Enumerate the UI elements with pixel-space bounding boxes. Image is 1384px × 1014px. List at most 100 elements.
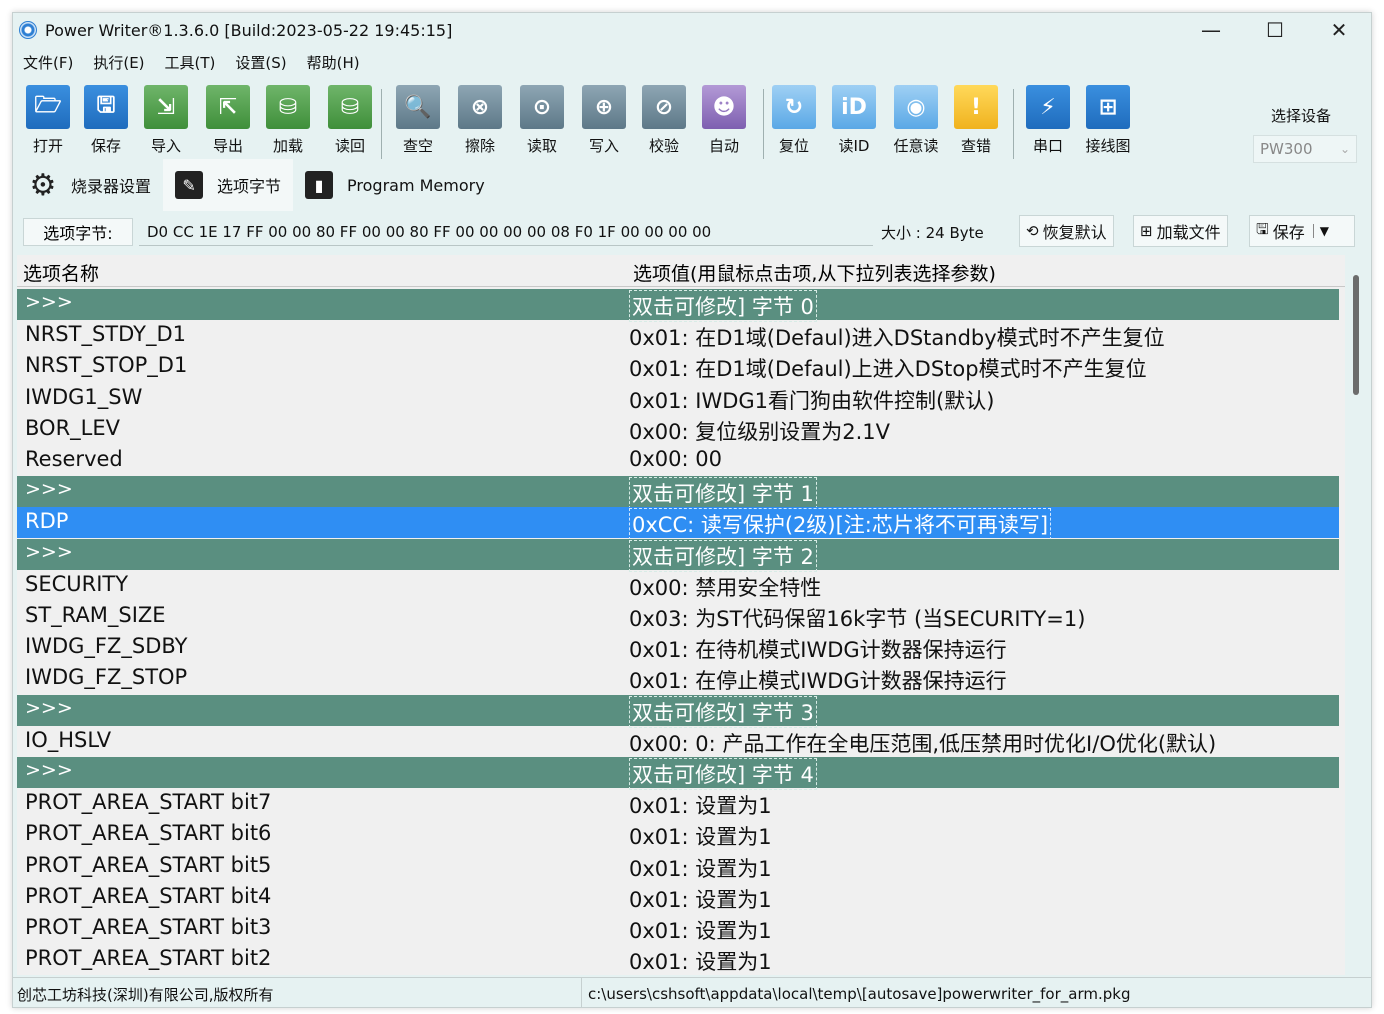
toolbar-button[interactable]: ⇱ 导出 (197, 81, 259, 161)
device-select[interactable]: PW300 ⌄ (1253, 135, 1357, 163)
maximize-button[interactable]: ☐ (1243, 13, 1307, 47)
toolbar-button[interactable]: ⊘ 校验 (633, 81, 695, 161)
option-value-cell[interactable]: 0x00: 复位级别设置为2.1V (629, 416, 890, 446)
tab-option-bytes[interactable]: ✎ 选项字节 (163, 159, 294, 211)
restore-default-label: 恢复默认 (1042, 223, 1107, 242)
toolbar-button[interactable]: ◉ 任意读 (885, 81, 947, 161)
table-row[interactable]: BOR_LEV 0x00: 复位级别设置为2.1V (17, 414, 1339, 445)
option-value-cell[interactable]: 0x00: 0: 产品工作在全电压范围,低压禁用时优化I/O优化(默认) (629, 728, 1216, 758)
option-bytes-label: 选项字节: (23, 218, 133, 246)
table-row[interactable]: ST_RAM_SIZE 0x03: 为ST代码保留16k字节 (当SECURITY… (17, 601, 1339, 632)
tab-program-memory[interactable]: ▮ Program Memory (293, 159, 497, 211)
save-label: 保存 (1272, 223, 1305, 242)
option-value-cell[interactable]: 0x01: 设置为1 (629, 915, 772, 945)
group-row[interactable]: >>> 双击可修改] 字节 2 (17, 538, 1339, 572)
option-value-cell[interactable]: 0x01: 在停止模式IWDG计数器保持运行 (629, 665, 1007, 695)
toolbar-button[interactable]: 🗁 打开 (17, 81, 79, 161)
option-value-cell[interactable]: 0x01: 设置为1 (629, 884, 772, 914)
toolbar-button[interactable]: ⊞ 接线图 (1077, 81, 1139, 161)
dropdown-arrow-icon[interactable]: ▼ (1312, 224, 1329, 238)
tab-programmer-settings[interactable]: ⚙ 烧录器设置 (17, 159, 163, 211)
window-title: Power Writer®1.3.6.0 [Build:2023-05-22 1… (45, 20, 453, 40)
tab-label: 烧录器设置 (71, 177, 152, 196)
vertical-scrollbar[interactable] (1353, 275, 1359, 395)
option-value-cell[interactable]: 0x01: 设置为1 (629, 790, 772, 820)
toolbar-button[interactable]: iD 读ID (823, 81, 885, 161)
readback-icon: ⛁ (328, 85, 372, 129)
option-value-cell[interactable]: 0xCC: 读写保护(2级)[注:芯片将不可再读写] (629, 508, 1052, 541)
toolbar-button[interactable]: ⊕ 写入 (573, 81, 635, 161)
option-value-cell[interactable]: 双击可修改] 字节 0 (629, 290, 817, 322)
load-file-button[interactable]: ⊞ 加载文件 (1133, 215, 1228, 247)
toolbar-button-label: 打开 (32, 137, 63, 155)
toolbar-button[interactable]: 🔍 查空 (387, 81, 449, 161)
table-row[interactable]: PROT_AREA_START bit5 0x01: 设置为1 (17, 851, 1339, 882)
toolbar-button[interactable]: ☻ 自动 (693, 81, 755, 161)
table-row[interactable]: RDP 0xCC: 读写保护(2级)[注:芯片将不可再读写] (17, 507, 1339, 541)
toolbar-button-label: 校验 (648, 137, 679, 155)
group-row[interactable]: >>> 双击可修改] 字节 1 (17, 476, 1339, 510)
toolbar-button[interactable]: ↻ 复位 (763, 81, 825, 161)
memory-icon: ▮ (305, 171, 334, 199)
toolbar-button[interactable]: ⊙ 读取 (511, 81, 573, 161)
option-value-cell[interactable]: 0x00: 00 (629, 447, 722, 471)
option-value-cell[interactable]: 0x01: 在D1域(Defaul)上进入DStop模式时不产生复位 (629, 353, 1147, 383)
header-option-value: 选项值(用鼠标点击项,从下拉列表选择参数) (633, 263, 996, 285)
option-name-cell: IWDG1_SW (25, 384, 143, 409)
table-row[interactable]: PROT_AREA_START bit4 0x01: 设置为1 (17, 882, 1339, 913)
group-row[interactable]: >>> 双击可修改] 字节 4 (17, 757, 1339, 790)
option-value-cell[interactable]: 0x01: 设置为1 (629, 853, 772, 883)
option-value-cell[interactable]: 双击可修改] 字节 1 (629, 477, 817, 510)
option-value-cell[interactable]: 0x01: 设置为1 (629, 821, 772, 851)
tab-label: Program Memory (347, 175, 485, 195)
table-row[interactable]: IWDG1_SW 0x01: IWDG1看门狗由软件控制(默认) (17, 383, 1339, 414)
toolbar-button[interactable]: ⊗ 擦除 (449, 81, 511, 161)
menu-execute[interactable]: 执行(E) (83, 52, 154, 73)
option-value-cell[interactable]: 0x01: 在D1域(Defaul)进入DStandby模式时不产生复位 (629, 322, 1165, 352)
toolbar-button[interactable]: ! 查错 (945, 81, 1007, 161)
option-name-cell: >>> (25, 696, 73, 719)
close-button[interactable]: ✕ (1307, 13, 1371, 47)
toolbar-button-label: 写入 (588, 137, 619, 155)
table-row[interactable]: Reserved 0x00: 00 (17, 445, 1339, 476)
table-row[interactable]: NRST_STDY_D1 0x01: 在D1域(Defaul)进入DStandby… (17, 320, 1339, 351)
table-row[interactable]: PROT_AREA_START bit6 0x01: 设置为1 (17, 819, 1339, 850)
save-button[interactable]: 🖫 保存 ▼ (1249, 215, 1355, 247)
toolbar-button-label: 任意读 (893, 137, 939, 155)
toolbar-button[interactable]: ⛁ 读回 (319, 81, 381, 161)
table-row[interactable]: IO_HSLV 0x00: 0: 产品工作在全电压范围,低压禁用时优化I/O优化(… (17, 726, 1339, 757)
option-bytes-value[interactable]: D0 CC 1E 17 FF 00 00 80 FF 00 00 80 FF 0… (139, 218, 873, 246)
table-row[interactable]: IWDG_FZ_SDBY 0x01: 在待机模式IWDG计数器保持运行 (17, 632, 1339, 663)
option-value-cell[interactable]: 双击可修改] 字节 2 (629, 539, 817, 572)
menu-tools[interactable]: 工具(T) (155, 52, 226, 73)
toolbar-button[interactable]: 🖫 保存 (75, 81, 137, 161)
option-value-cell[interactable]: 双击可修改] 字节 4 (629, 758, 817, 790)
menu-file[interactable]: 文件(F) (13, 52, 83, 73)
menu-help[interactable]: 帮助(H) (297, 52, 370, 73)
option-value-cell[interactable]: 0x03: 为ST代码保留16k字节 (当SECURITY=1) (629, 603, 1085, 633)
minimize-button[interactable]: — (1179, 13, 1243, 47)
table-row[interactable]: IWDG_FZ_STOP 0x01: 在停止模式IWDG计数器保持运行 (17, 663, 1339, 694)
group-row[interactable]: >>> 双击可修改] 字节 3 (17, 694, 1339, 728)
table-row[interactable]: PROT_AREA_START bit3 0x01: 设置为1 (17, 913, 1339, 944)
option-name-cell: BOR_LEV (25, 415, 120, 440)
table-row[interactable]: NRST_STOP_D1 0x01: 在D1域(Defaul)上进入DStop模式… (17, 351, 1339, 382)
group-row[interactable]: >>> 双击可修改] 字节 0 (17, 289, 1339, 322)
menu-settings[interactable]: 设置(S) (225, 52, 296, 73)
toolbar-button[interactable]: ⚡ 串口 (1017, 81, 1079, 161)
save-icon: 🖫 (1256, 219, 1269, 238)
table-row[interactable]: PROT_AREA_START bit2 0x01: 设置为1 (17, 944, 1339, 975)
option-value-cell[interactable]: 0x01: IWDG1看门狗由软件控制(默认) (629, 385, 994, 415)
table-row[interactable]: SECURITY 0x00: 禁用安全特性 (17, 570, 1339, 601)
option-value-cell[interactable]: 双击可修改] 字节 3 (629, 695, 817, 728)
option-grid: 选项名称 选项值(用鼠标点击项,从下拉列表选择参数) >>> 双击可修改] 字节 … (17, 255, 1345, 975)
option-value-cell[interactable]: 0x01: 设置为1 (629, 946, 772, 975)
toolbar-button[interactable]: ⛁ 加载 (257, 81, 319, 161)
toolbar-button-label: 导入 (150, 137, 181, 155)
option-value-cell[interactable]: 0x00: 禁用安全特性 (629, 572, 821, 602)
restore-default-button[interactable]: ⟲ 恢复默认 (1019, 215, 1114, 247)
table-row[interactable]: PROT_AREA_START bit7 0x01: 设置为1 (17, 788, 1339, 819)
serial-port-icon: ⚡ (1026, 85, 1070, 129)
toolbar-button[interactable]: ⇲ 导入 (135, 81, 197, 161)
option-value-cell[interactable]: 0x01: 在待机模式IWDG计数器保持运行 (629, 634, 1007, 664)
